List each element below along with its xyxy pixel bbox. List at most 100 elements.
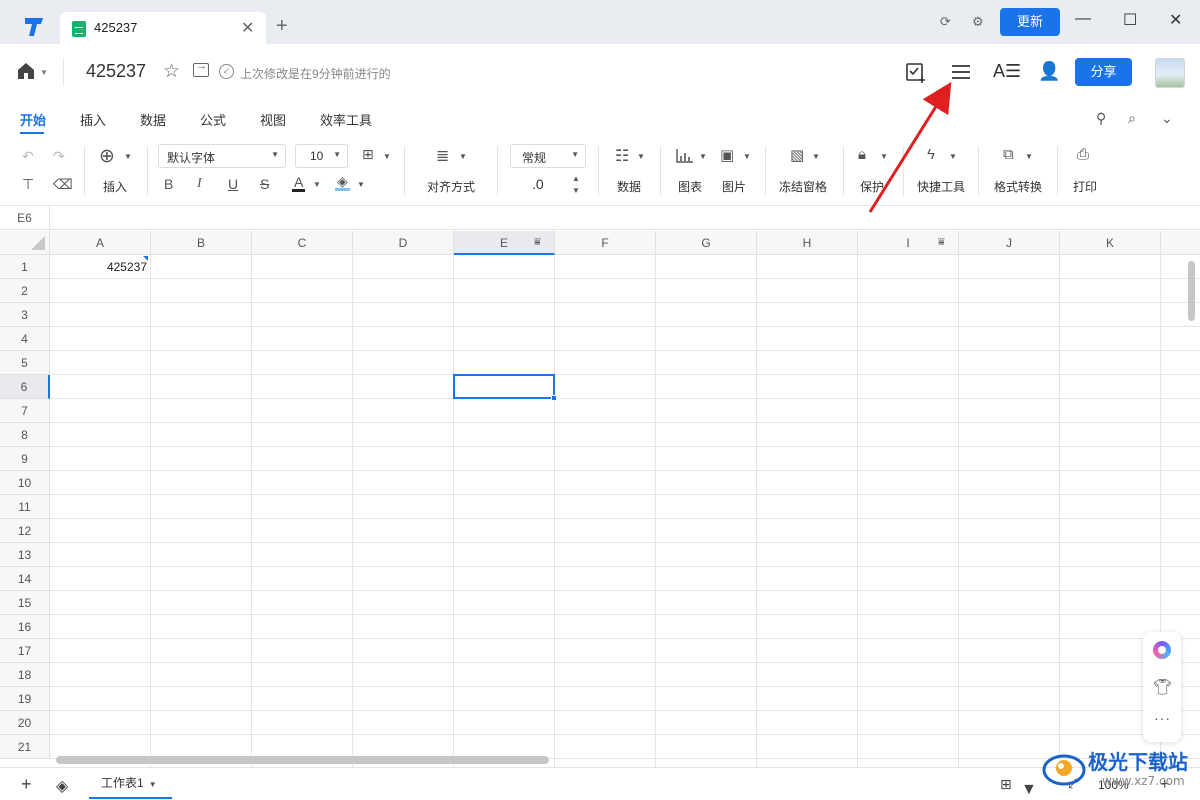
cell-reference[interactable]: E6 xyxy=(0,206,50,230)
convert-caret-icon[interactable]: ▼ xyxy=(1025,152,1033,161)
freeze-panes-label[interactable]: 冻结窗格 xyxy=(779,178,827,195)
document-tab[interactable]: 425237 ✕ xyxy=(60,12,266,44)
row-header-5[interactable]: 5 xyxy=(0,351,50,375)
spreadsheet-grid[interactable]: ABCDEFGHIJK 1 2 3 4 5 6 7 8 9 10 11 12 13 14 15 16 17 18 1… xyxy=(0,231,1200,767)
borders-caret-icon[interactable]: ▼ xyxy=(383,152,391,161)
image-label[interactable]: 图片 xyxy=(722,178,746,195)
cell-a1[interactable]: 425237 xyxy=(50,255,147,279)
share-button[interactable]: 分享 xyxy=(1075,58,1132,86)
lock-icon[interactable]: 🔒︎ xyxy=(858,146,866,163)
row-header-12[interactable]: 12 xyxy=(0,519,50,543)
update-button[interactable]: 更新 xyxy=(1000,8,1060,36)
font-family-select[interactable]: 默认字体 ▼ xyxy=(158,144,286,168)
row-header-20[interactable]: 20 xyxy=(0,711,50,735)
column-header-k[interactable]: K xyxy=(1060,231,1161,255)
decimal-places[interactable]: .0 xyxy=(532,176,544,192)
protect-caret-icon[interactable]: ▼ xyxy=(880,152,888,161)
increase-decimal-icon[interactable]: ▲ xyxy=(572,174,580,183)
align-label[interactable]: 对齐方式 xyxy=(427,178,475,195)
format-convert-label[interactable]: 格式转换 xyxy=(994,178,1042,195)
add-collaborator-icon[interactable]: 👤 xyxy=(1038,61,1060,82)
selected-cell-e6[interactable] xyxy=(453,374,555,399)
row-header-4[interactable]: 4 xyxy=(0,327,50,351)
tab-view[interactable]: 视图 xyxy=(260,110,286,129)
chevron-down-icon[interactable]: ▼ xyxy=(149,780,157,789)
filter-icon[interactable]: ⩸ xyxy=(938,236,945,249)
number-format-select[interactable]: 常规 ▼ xyxy=(510,144,586,168)
row-header-13[interactable]: 13 xyxy=(0,543,50,567)
insert-plus-icon[interactable]: ⊕ xyxy=(99,145,115,168)
image-icon[interactable]: ▣ xyxy=(720,146,734,164)
insert-caret-icon[interactable]: ▼ xyxy=(124,152,132,161)
column-header-b[interactable]: B xyxy=(151,231,252,255)
chart-label[interactable]: 图表 xyxy=(678,178,702,195)
tab-insert[interactable]: 插入 xyxy=(80,110,106,129)
avatar[interactable] xyxy=(1155,58,1185,88)
new-tab-icon[interactable]: + xyxy=(276,16,288,36)
format-painter-icon[interactable]: ⊤ xyxy=(22,176,34,193)
sheets-list-icon[interactable]: ◈ xyxy=(56,776,68,796)
strikethrough-button[interactable]: S xyxy=(260,176,269,192)
underline-button[interactable]: U xyxy=(228,176,238,192)
home-caret-icon[interactable]: ▼ xyxy=(40,68,48,77)
row-header-17[interactable]: 17 xyxy=(0,639,50,663)
fill-handle[interactable] xyxy=(551,395,557,401)
row-header-21[interactable]: 21 xyxy=(0,735,50,759)
move-to-folder-icon[interactable] xyxy=(193,60,209,77)
font-color-button[interactable]: A xyxy=(292,175,306,192)
row-header-3[interactable]: 3 xyxy=(0,303,50,327)
tab-formula[interactable]: 公式 xyxy=(200,110,226,129)
undo-icon[interactable]: ↶ xyxy=(22,148,34,165)
lightning-icon[interactable]: ϟ xyxy=(927,146,935,163)
protect-label[interactable]: 保护 xyxy=(860,178,884,195)
row-header-16[interactable]: 16 xyxy=(0,615,50,639)
freeze-caret-icon[interactable]: ▼ xyxy=(812,152,820,161)
insert-label[interactable]: 插入 xyxy=(103,178,127,195)
menu-icon[interactable] xyxy=(951,64,971,80)
fill-color-icon[interactable]: ◈ xyxy=(335,174,350,191)
chart-caret-icon[interactable]: ▼ xyxy=(699,152,707,161)
align-caret-icon[interactable]: ▼ xyxy=(459,152,467,161)
column-header-a[interactable]: A xyxy=(50,231,151,255)
grid-view-icon[interactable]: ⊞ xyxy=(1000,776,1012,793)
row-header-15[interactable]: 15 xyxy=(0,591,50,615)
brush-icon[interactable]: ⚲ xyxy=(1096,110,1106,127)
font-color-caret-icon[interactable]: ▼ xyxy=(313,180,321,189)
task-check-icon[interactable] xyxy=(905,62,927,84)
maximize-icon[interactable]: ☐ xyxy=(1123,10,1137,30)
column-header-g[interactable]: G xyxy=(656,231,757,255)
quick-tools-caret-icon[interactable]: ▼ xyxy=(949,152,957,161)
text-size-icon[interactable]: A☰ xyxy=(993,61,1021,82)
fill-color-caret-icon[interactable]: ▼ xyxy=(357,180,365,189)
printer-icon[interactable]: ⎙ xyxy=(1077,146,1089,163)
row-header-7[interactable]: 7 xyxy=(0,399,50,423)
view-caret-icon[interactable]: ▼ xyxy=(1021,781,1037,799)
column-header-h[interactable]: H xyxy=(757,231,858,255)
vertical-scrollbar[interactable] xyxy=(1188,261,1195,321)
row-header-8[interactable]: 8 xyxy=(0,423,50,447)
add-sheet-icon[interactable]: + xyxy=(21,774,32,795)
data-caret-icon[interactable]: ▼ xyxy=(637,152,645,161)
tab-efficiency-tools[interactable]: 效率工具 xyxy=(320,110,372,129)
column-header-j[interactable]: J xyxy=(959,231,1060,255)
clear-format-icon[interactable]: ⌫ xyxy=(53,176,73,193)
tab-start[interactable]: 开始 xyxy=(20,110,46,129)
sheet-tab[interactable]: 工作表1 ▼ xyxy=(89,768,172,799)
collapse-ribbon-icon[interactable]: ⌄ xyxy=(1161,110,1173,127)
data-label[interactable]: 数据 xyxy=(617,178,641,195)
skin-theme-icon[interactable]: 👕︎ xyxy=(1153,678,1172,696)
italic-button[interactable]: I xyxy=(197,176,202,192)
row-header-10[interactable]: 10 xyxy=(0,471,50,495)
column-header-c[interactable]: C xyxy=(252,231,353,255)
redo-icon[interactable]: ↷ xyxy=(53,148,65,165)
app-logo-icon[interactable] xyxy=(22,15,46,39)
sync-icon[interactable]: ⟳ xyxy=(940,14,951,30)
image-caret-icon[interactable]: ▼ xyxy=(743,152,751,161)
star-icon[interactable]: ☆ xyxy=(163,60,180,83)
column-header-f[interactable]: F xyxy=(555,231,656,255)
settings-icon[interactable]: ⚙ xyxy=(972,14,984,30)
row-header-11[interactable]: 11 xyxy=(0,495,50,519)
row-header-1[interactable]: 1 xyxy=(0,255,50,279)
select-all-corner[interactable] xyxy=(0,231,50,255)
decrease-decimal-icon[interactable]: ▼ xyxy=(572,186,580,195)
